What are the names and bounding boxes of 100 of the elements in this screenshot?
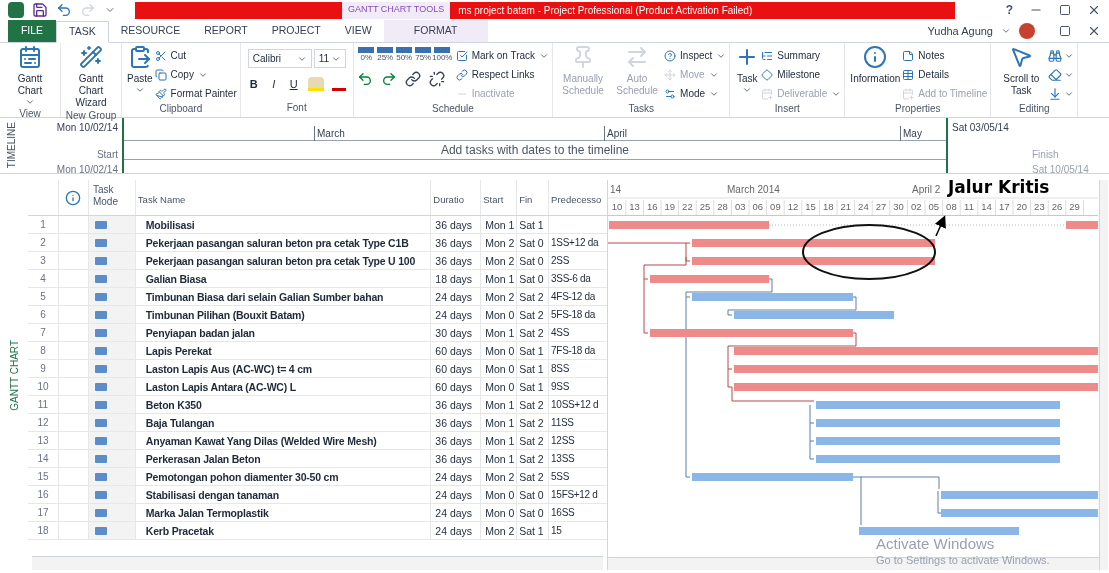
duration-cell: 36 days — [430, 396, 481, 413]
task-name[interactable]: Pekerjaan pasangan saluran beton pra cetak Type U 100 — [134, 252, 431, 269]
ribbon-button[interactable]: Milestone — [761, 66, 842, 83]
activation-text: Go to Settings to activate Windows. — [876, 553, 1050, 568]
restore-icon[interactable] — [1059, 25, 1071, 37]
ribbon-button[interactable]: Summary — [761, 47, 842, 64]
task-name[interactable]: Penyiapan badan jalan — [134, 324, 431, 341]
task-name[interactable]: Lapis Perekat — [134, 342, 431, 359]
ribbon-tab[interactable]: FILE — [8, 20, 56, 42]
ribbon-icon-button[interactable] — [1048, 85, 1075, 102]
task-name[interactable]: Beton K350 — [134, 396, 431, 413]
close-icon[interactable] — [1087, 24, 1101, 38]
start-cell: Mon 2 — [480, 234, 517, 251]
task-name[interactable]: Anyaman Kawat Yang Dilas (Welded Wire Mesh) — [134, 432, 431, 449]
ribbon-button[interactable]: Scroll to Task — [994, 43, 1049, 97]
task-name[interactable]: Pekerjaan pasangan saluran beton pra cetak Type C1B — [134, 234, 431, 251]
task-name[interactable]: Kerb Pracetak — [134, 522, 431, 539]
column-header[interactable]: Predecesso — [548, 180, 607, 215]
ribbon-button[interactable]: Format Painter — [154, 85, 237, 102]
ribbon-icon-button[interactable] — [1048, 66, 1075, 83]
horizontal-scrollbar[interactable] — [608, 556, 1099, 570]
cursor-icon — [1009, 45, 1034, 69]
vertical-scrollbar[interactable] — [1100, 180, 1108, 570]
task-name[interactable]: Mobilisasi — [134, 216, 431, 233]
start-cell: Mon 0 — [480, 306, 517, 323]
ribbon-button[interactable]: Information — [848, 43, 903, 85]
ribbon-button[interactable]: Gantt Chart Wizard — [64, 43, 118, 109]
row-number: 8 — [39, 344, 47, 358]
ribbon-button[interactable]: Details — [902, 66, 988, 83]
undo-icon[interactable] — [56, 2, 72, 18]
link-icon[interactable] — [404, 71, 421, 87]
redo-icon[interactable] — [80, 2, 96, 18]
contextual-tab-title: GANTT CHART TOOLS — [342, 1, 451, 19]
ribbon-button[interactable]: Cut — [154, 47, 237, 64]
task-name[interactable]: Pemotongan pohon diamenter 30-50 cm — [134, 468, 431, 485]
restore-icon[interactable] — [1059, 4, 1071, 16]
ribbon-tab[interactable]: VIEW — [332, 20, 384, 42]
inspect-icon — [664, 49, 677, 62]
user-name[interactable]: Yudha Agung — [927, 22, 993, 40]
text-style-button[interactable]: I — [267, 76, 280, 93]
text-style-button[interactable]: U — [287, 76, 300, 93]
ribbon-tab[interactable]: PROJECT — [259, 20, 333, 42]
task-name[interactable]: Laston Lapis Antara (AC-WC) L — [134, 378, 431, 395]
column-header[interactable]: Task Mode — [87, 180, 135, 215]
column-header[interactable]: Task Name — [134, 180, 431, 215]
ribbon-button[interactable]: Copy — [154, 66, 237, 83]
task-name[interactable]: Timbunan Pilihan (Bouxit Batam) — [134, 306, 431, 323]
ribbon-tab[interactable]: RESOURCE — [108, 20, 193, 42]
save-icon[interactable] — [32, 2, 48, 18]
task-name[interactable]: Galian Biasa — [134, 270, 431, 287]
group-label: Clipboard — [158, 102, 204, 116]
outdent-icon[interactable] — [356, 71, 373, 87]
ribbon-tab[interactable]: REPORT — [192, 20, 260, 42]
ribbon-button[interactable]: Mode — [664, 85, 727, 102]
task-name[interactable]: Baja Tulangan — [134, 414, 431, 431]
close-icon[interactable] — [1087, 3, 1101, 17]
column-header[interactable]: Start — [480, 180, 517, 215]
start-cell: Mon 2 — [480, 468, 517, 485]
predecessors-cell: 3SS-6 da — [548, 270, 607, 287]
finish-cell: Sat 2 — [516, 324, 549, 341]
ribbon-button[interactable]: Gantt Chart — [3, 43, 57, 107]
finish-cell: Sat 0 — [516, 504, 549, 521]
ribbon-button[interactable]: Paste — [125, 43, 155, 95]
ribbon-icon-button[interactable] — [1048, 47, 1075, 64]
task-name[interactable]: Marka Jalan Termoplastik — [134, 504, 431, 521]
column-header[interactable]: Fin — [516, 180, 549, 215]
start-cell: Mon 0 — [480, 360, 517, 377]
ribbon-button[interactable]: Inspect — [664, 47, 727, 64]
duration-cell: 60 days — [430, 360, 481, 377]
unlink-icon[interactable] — [428, 71, 445, 87]
ribbon-button[interactable]: Task — [733, 43, 762, 95]
ribbon-tab[interactable]: FORMAT — [383, 20, 488, 42]
task-bar[interactable] — [609, 221, 1098, 229]
ribbon-button[interactable]: Mark on Track — [455, 47, 550, 64]
row-number: 4 — [39, 272, 47, 286]
ribbon-tab[interactable]: TASK — [56, 21, 109, 43]
percent-complete-button[interactable]: 100% — [432, 47, 452, 63]
font-size-field[interactable]: 11 — [313, 49, 346, 68]
timeline-finish-date: Sat 10/05/14 — [1031, 163, 1089, 177]
percent-complete-button[interactable]: 75% — [413, 47, 433, 63]
percent-complete-button[interactable]: 50% — [394, 47, 414, 63]
task-name[interactable]: Perkerasan Jalan Beton — [134, 450, 431, 467]
timeline-bar[interactable]: Add tasks with dates to the timeline — [124, 140, 946, 160]
dependency-line — [809, 404, 815, 460]
highlight-icon[interactable] — [307, 77, 324, 92]
percent-complete-button[interactable]: 0% — [356, 47, 376, 63]
ribbon-button[interactable]: Notes — [902, 47, 988, 64]
horizontal-scrollbar[interactable] — [32, 556, 603, 570]
column-header[interactable]: Duratio — [430, 180, 481, 215]
task-name[interactable]: Laston Lapis Aus (AC-WC) t= 4 cm — [134, 360, 431, 377]
caret-icon — [1001, 26, 1011, 36]
text-style-button[interactable]: B — [247, 76, 260, 93]
indent-icon[interactable] — [380, 71, 397, 87]
row-number: 7 — [39, 326, 47, 340]
ribbon-button[interactable]: Respect Links — [455, 66, 550, 83]
font-field[interactable]: Calibri — [247, 49, 312, 68]
task-name[interactable]: Timbunan Biasa dari selain Galian Sumber bahan — [134, 288, 431, 305]
percent-complete-button[interactable]: 25% — [375, 47, 395, 63]
task-name[interactable]: Stabilisasi dengan tanaman — [134, 486, 431, 503]
help-button[interactable]: ? — [1005, 1, 1013, 19]
